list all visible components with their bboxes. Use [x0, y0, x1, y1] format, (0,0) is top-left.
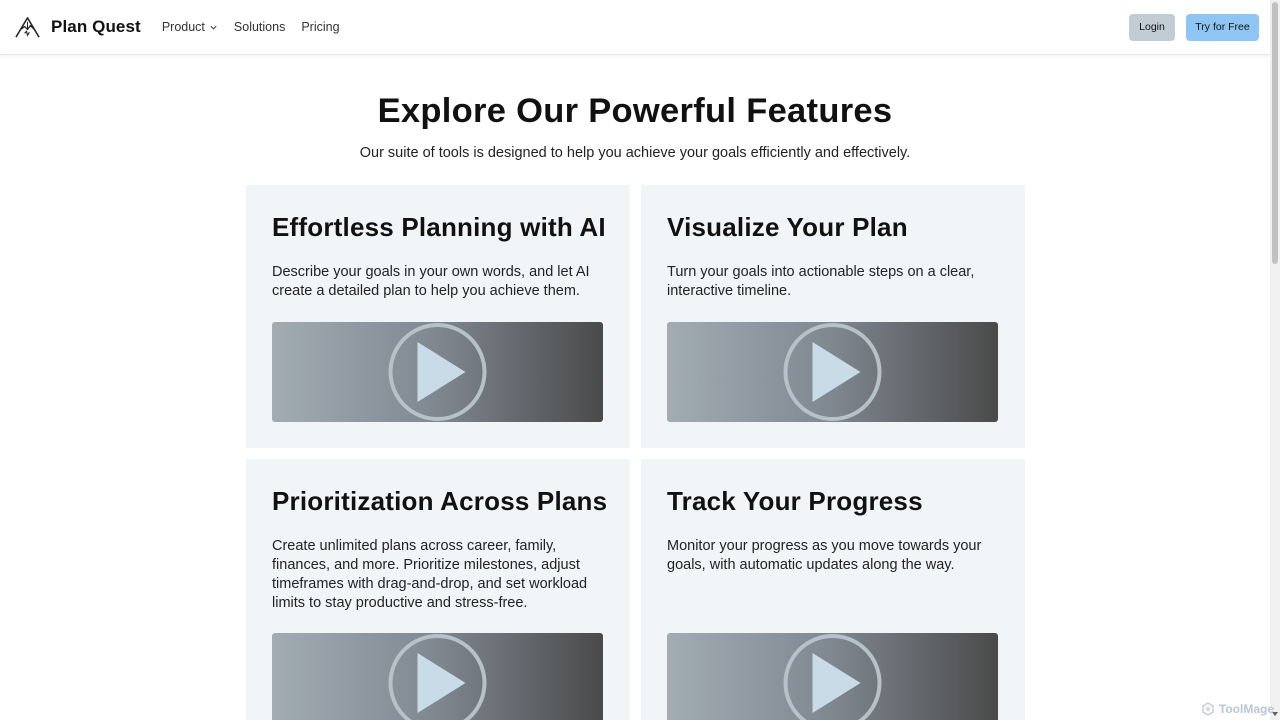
play-icon[interactable]	[782, 322, 883, 422]
play-icon[interactable]	[782, 633, 883, 720]
nav-item-product-label: Product	[161, 20, 205, 34]
page-scrollbar[interactable]	[1270, 0, 1280, 720]
feature-description: Create unlimited plans across career, fa…	[272, 538, 588, 611]
nav-item-pricing-label: Pricing	[301, 20, 340, 34]
mountain-logo-icon	[15, 16, 40, 38]
scrollbar-thumb[interactable]	[1272, 2, 1278, 264]
play-icon[interactable]	[387, 322, 488, 422]
try-for-free-button[interactable]: Try for Free	[1186, 13, 1259, 41]
feature-video[interactable]	[667, 322, 998, 422]
feature-title: Prioritization Across Plans	[272, 486, 608, 516]
login-button[interactable]: Login	[1129, 13, 1175, 41]
feature-card: Track Your Progress Monitor your progres…	[641, 459, 1025, 720]
top-navbar: Plan Quest Product Solutions Pricing Log…	[0, 0, 1270, 55]
watermark: ToolMage	[1201, 702, 1274, 716]
feature-video[interactable]	[272, 633, 603, 720]
feature-video[interactable]	[272, 322, 603, 422]
feature-title: Track Your Progress	[667, 486, 923, 516]
features-hero: Explore Our Powerful Features Our suite …	[0, 92, 1270, 161]
page-title: Explore Our Powerful Features	[377, 92, 893, 130]
nav-item-solutions[interactable]: Solutions	[234, 20, 285, 34]
feature-title: Visualize Your Plan	[667, 212, 908, 242]
brand[interactable]: Plan Quest	[15, 15, 141, 40]
feature-card: Visualize Your Plan Turn your goals into…	[641, 185, 1025, 448]
play-icon[interactable]	[387, 633, 488, 720]
feature-description: Describe your goals in your own words, a…	[272, 264, 590, 299]
feature-description: Turn your goals into actionable steps on…	[667, 264, 975, 299]
watermark-logo-icon	[1202, 702, 1214, 716]
nav-actions: Login Try for Free	[1129, 13, 1259, 41]
brand-name: Plan Quest	[51, 17, 141, 36]
page-subtitle: Our suite of tools is designed to help y…	[359, 145, 911, 161]
main-nav: Product Solutions Pricing	[162, 20, 356, 34]
nav-item-solutions-label: Solutions	[233, 20, 286, 34]
nav-item-product[interactable]: Product	[162, 20, 218, 34]
feature-video[interactable]	[667, 633, 998, 720]
feature-card: Prioritization Across Plans Create unlim…	[246, 459, 630, 720]
chevron-down-icon	[210, 25, 217, 30]
watermark-text: ToolMage	[1218, 702, 1274, 716]
nav-item-pricing[interactable]: Pricing	[301, 20, 339, 34]
feature-title: Effortless Planning with AI	[272, 212, 606, 242]
feature-description: Monitor your progress as you move toward…	[667, 538, 982, 573]
feature-card: Effortless Planning with AI Describe you…	[246, 185, 630, 448]
